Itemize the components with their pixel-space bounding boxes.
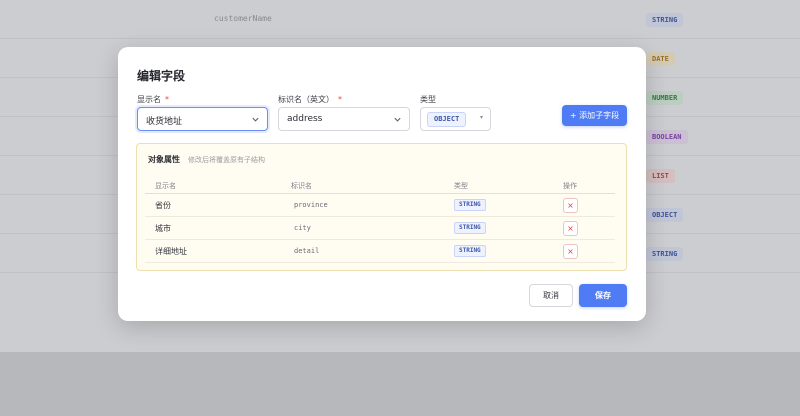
- chevron-down-icon: [252, 117, 259, 122]
- row-display-name: 城市: [155, 224, 171, 233]
- table-row: 城市 city STRING ×: [145, 217, 615, 240]
- table-row: 详细地址 detail STRING ×: [145, 240, 615, 263]
- panel-title: 对象属性: [148, 155, 180, 164]
- required-mark: *: [165, 95, 169, 104]
- display-name-select[interactable]: 收货地址: [137, 107, 268, 131]
- table-row: 省份 province STRING ×: [145, 194, 615, 217]
- edit-field-dialog: 编辑字段 显示名 * 收货地址 标识名（英文） * address 类型 OBJEC…: [118, 47, 646, 321]
- type-value-badge: OBJECT: [427, 112, 467, 127]
- caret-down-icon: ▾: [480, 114, 484, 121]
- key-select[interactable]: address: [278, 107, 410, 131]
- display-name-value: 收货地址: [146, 117, 183, 127]
- row-key: province: [294, 201, 328, 209]
- dialog-title: 编辑字段: [137, 69, 186, 83]
- add-child-field-button[interactable]: + 添加子字段: [562, 105, 627, 126]
- column-header-actions: 操作: [563, 182, 577, 190]
- chevron-down-icon: [394, 117, 401, 122]
- delete-row-button[interactable]: ×: [563, 198, 578, 213]
- object-properties-panel: 对象属性 修改后将覆盖原有子结构 显示名 标识名 类型 操作 省份 provin…: [136, 143, 627, 271]
- row-display-name: 详细地址: [155, 247, 187, 256]
- cancel-button[interactable]: 取消: [529, 284, 573, 307]
- panel-subtitle: 修改后将覆盖原有子结构: [188, 156, 265, 164]
- row-key: city: [294, 224, 311, 232]
- row-display-name: 省份: [155, 201, 171, 210]
- delete-row-button[interactable]: ×: [563, 221, 578, 236]
- key-label: 标识名（英文） *: [278, 95, 342, 104]
- column-header-type: 类型: [454, 182, 468, 190]
- column-header-display-name: 显示名: [155, 182, 176, 190]
- row-key: detail: [294, 247, 320, 255]
- type-select[interactable]: OBJECT ▾: [420, 107, 491, 131]
- type-label: 类型: [420, 95, 436, 104]
- delete-row-button[interactable]: ×: [563, 244, 578, 259]
- column-header-key: 标识名: [291, 182, 312, 190]
- key-value: address: [287, 114, 323, 124]
- required-mark: *: [338, 95, 342, 104]
- display-name-label: 显示名 *: [137, 95, 169, 104]
- row-type-badge: STRING: [454, 199, 486, 211]
- row-type-badge: STRING: [454, 222, 486, 234]
- save-button[interactable]: 保存: [579, 284, 627, 307]
- row-type-badge: STRING: [454, 245, 486, 257]
